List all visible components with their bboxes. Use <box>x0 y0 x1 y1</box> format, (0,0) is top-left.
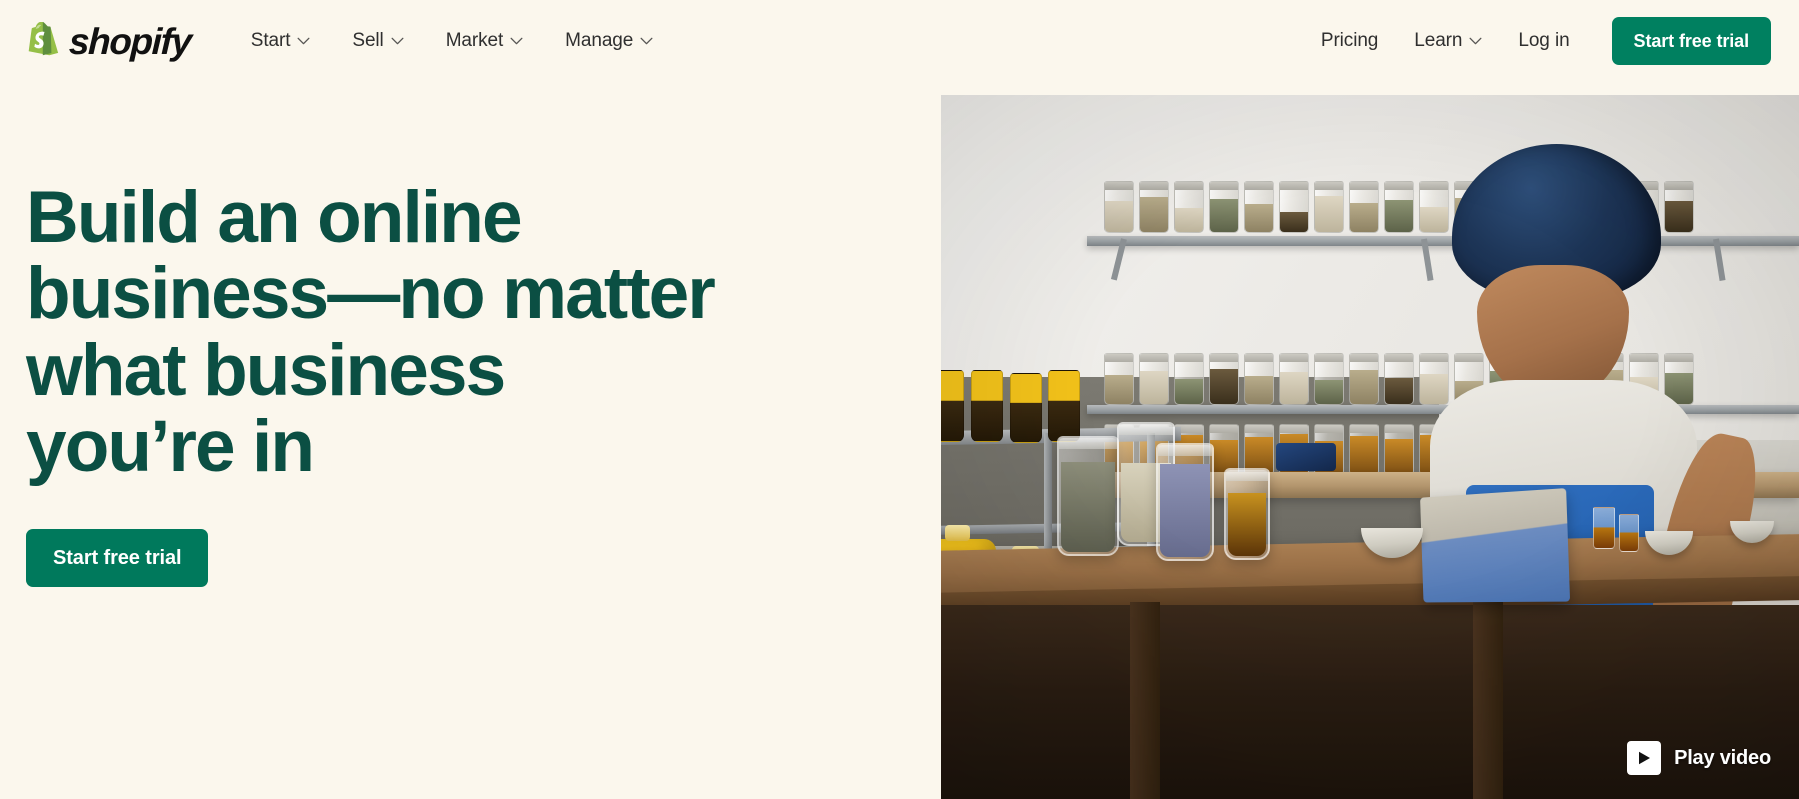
glass-jar <box>1174 180 1205 233</box>
nav-item-start[interactable]: Start <box>235 20 327 62</box>
chevron-down-icon <box>640 37 653 45</box>
chevron-down-icon <box>1469 37 1482 45</box>
play-video-button[interactable]: Play video <box>1621 735 1777 781</box>
glass-beaker <box>1593 506 1616 549</box>
glass-jar <box>1209 352 1240 405</box>
nav-item-pricing-label: Pricing <box>1320 30 1379 51</box>
shopify-homepage-hero: shopify Start Sell Market Manage Pricing… <box>0 0 1799 799</box>
herb-jar-large <box>1155 443 1214 562</box>
oil-bottle <box>941 369 965 442</box>
play-icon <box>1627 741 1662 775</box>
nav-item-sell-label: Sell <box>352 30 384 51</box>
glass-jar <box>1244 180 1275 233</box>
amber-bottle <box>1349 424 1380 477</box>
glass-beaker <box>1618 513 1639 552</box>
hero-photo: Play video <box>941 95 1799 799</box>
nav-item-log-in-label: Log in <box>1518 30 1570 51</box>
table-leg <box>1472 601 1503 799</box>
herb-jar-large <box>1056 436 1119 557</box>
glass-jar <box>1314 352 1345 405</box>
amber-jar-table <box>1224 468 1271 561</box>
nav-item-learn[interactable]: Learn <box>1398 20 1498 62</box>
tablet-device <box>1420 487 1571 603</box>
workshop-scene-illustration <box>941 95 1799 799</box>
glass-jar <box>1209 180 1240 233</box>
glass-jar <box>1174 352 1205 405</box>
main-navigation: shopify Start Sell Market Manage Pricing… <box>0 0 1799 82</box>
chevron-down-icon <box>297 37 310 45</box>
primary-nav-links: Start Sell Market Manage <box>235 20 669 62</box>
table-leg <box>1129 601 1160 799</box>
glass-jar <box>1279 180 1310 233</box>
glass-jar <box>1139 352 1170 405</box>
glass-jar <box>1139 180 1170 233</box>
play-video-label: Play video <box>1674 746 1771 769</box>
glass-jar <box>1349 352 1380 405</box>
start-free-trial-button-hero[interactable]: Start free trial <box>26 529 209 588</box>
glass-jar <box>1104 180 1135 233</box>
nav-item-market[interactable]: Market <box>430 20 539 62</box>
nav-item-log-in[interactable]: Log in <box>1502 20 1585 62</box>
chevron-down-icon <box>510 37 523 45</box>
oil-bottle <box>1009 373 1042 444</box>
jar-contents-dried-herbs <box>1060 461 1115 553</box>
page-title: Build an online business—no matter what … <box>26 177 716 487</box>
nav-item-manage-label: Manage <box>565 30 634 51</box>
glass-jar <box>1349 180 1380 233</box>
jar-contents-lavender <box>1159 464 1210 558</box>
shopify-wordmark: shopify <box>68 20 192 62</box>
hero-content: Build an online business—no matter what … <box>26 177 786 588</box>
nav-item-manage[interactable]: Manage <box>549 20 669 62</box>
glass-jar <box>1244 352 1275 405</box>
oil-bottle <box>1048 369 1081 442</box>
jar-contents-amber-oil <box>1228 492 1267 557</box>
nav-item-pricing[interactable]: Pricing <box>1305 20 1394 62</box>
shopify-bag-icon <box>24 19 62 63</box>
shopify-logo-link[interactable]: shopify <box>24 19 191 63</box>
start-free-trial-button-nav[interactable]: Start free trial <box>1611 17 1771 65</box>
chevron-down-icon <box>391 37 404 45</box>
nav-item-market-label: Market <box>445 30 504 51</box>
blue-cloth <box>1275 443 1336 472</box>
nav-item-learn-label: Learn <box>1414 30 1463 51</box>
nav-item-start-label: Start <box>250 30 291 51</box>
glass-jar <box>1314 180 1345 233</box>
glass-jar <box>1279 352 1310 405</box>
secondary-nav-links: Pricing Learn Log in Start free trial <box>1305 17 1771 65</box>
nav-item-sell[interactable]: Sell <box>336 20 419 62</box>
glass-jar <box>1104 352 1135 405</box>
oil-bottle <box>971 369 1004 442</box>
